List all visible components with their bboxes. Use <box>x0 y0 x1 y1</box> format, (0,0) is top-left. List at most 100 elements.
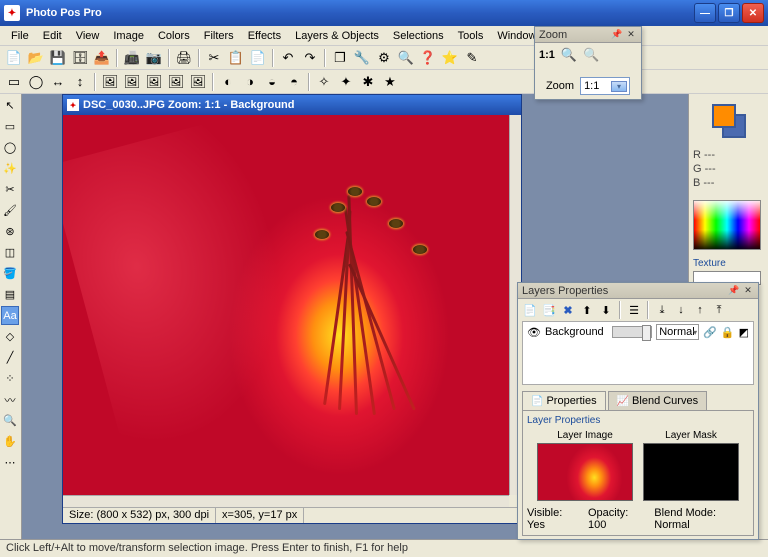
menu-colors[interactable]: Colors <box>151 28 197 44</box>
fx2-icon[interactable]: ✦ <box>336 72 356 92</box>
undo-icon[interactable]: ↶ <box>278 48 298 68</box>
scrollbar-horizontal[interactable] <box>63 495 509 507</box>
marquee-tool-icon[interactable]: ▭ <box>1 117 19 136</box>
flip-h-icon[interactable]: ↔ <box>48 72 68 92</box>
document-titlebar[interactable]: ✦ DSC_0030..JPG Zoom: 1:1 - Background <box>63 95 521 115</box>
star-icon[interactable]: ★ <box>380 72 400 92</box>
open-icon[interactable]: 📂 <box>26 48 46 68</box>
print-icon[interactable]: 🖨 <box>174 48 194 68</box>
canvas[interactable] <box>63 115 509 495</box>
save-icon[interactable]: 💾 <box>48 48 68 68</box>
move-up-icon[interactable]: ↓ <box>673 302 689 318</box>
move-down-icon[interactable]: ↑ <box>692 302 708 318</box>
new-layer-icon[interactable]: 📄 <box>522 302 538 318</box>
menu-layers[interactable]: Layers & Objects <box>288 28 386 44</box>
menu-edit[interactable]: Edit <box>36 28 69 44</box>
zoom-select[interactable]: 1:1 <box>580 77 630 95</box>
fill-tool-icon[interactable]: 🪣 <box>1 264 19 283</box>
thumb4-icon[interactable]: 🖼 <box>166 72 186 92</box>
picker-tool-icon[interactable]: ⁘ <box>1 369 19 388</box>
adjust4-icon[interactable]: ◓ <box>284 72 304 92</box>
visibility-icon[interactable]: 👁 <box>527 326 541 339</box>
menu-file[interactable]: File <box>4 28 36 44</box>
new-icon[interactable]: 📄 <box>4 48 24 68</box>
thumb5-icon[interactable]: 🖼 <box>188 72 208 92</box>
layer-mask-thumb[interactable] <box>643 443 739 501</box>
menu-filters[interactable]: Filters <box>197 28 241 44</box>
thumb1-icon[interactable]: 🖼 <box>100 72 120 92</box>
paste-icon[interactable]: 📄 <box>248 48 268 68</box>
zoom-panel-header[interactable]: Zoom 📌 ✕ <box>535 27 641 43</box>
copy-icon[interactable]: 📋 <box>226 48 246 68</box>
foreground-color-icon[interactable] <box>712 104 736 128</box>
mask-icon[interactable]: ◩ <box>739 326 749 339</box>
layers-icon[interactable]: ❐ <box>330 48 350 68</box>
menu-view[interactable]: View <box>69 28 107 44</box>
panel-close-icon[interactable]: ✕ <box>742 285 754 297</box>
adjust2-icon[interactable]: ◑ <box>240 72 260 92</box>
fx3-icon[interactable]: ✱ <box>358 72 378 92</box>
favorite-icon[interactable]: ⭐ <box>440 48 460 68</box>
lasso-tool-icon[interactable]: ◯ <box>1 138 19 157</box>
line-tool-icon[interactable]: ╱ <box>1 348 19 367</box>
sel-rect-icon[interactable]: ▭ <box>4 72 24 92</box>
saveall-icon[interactable]: 🗄 <box>70 48 90 68</box>
cut-icon[interactable]: ✂ <box>204 48 224 68</box>
close-button[interactable]: ✕ <box>742 3 764 23</box>
scan-icon[interactable]: 📠 <box>122 48 142 68</box>
menu-selections[interactable]: Selections <box>386 28 451 44</box>
zoom-tool-icon[interactable]: 🔍 <box>1 411 19 430</box>
move-top-icon[interactable]: ⤓ <box>654 302 670 318</box>
adjust3-icon[interactable]: ◒ <box>262 72 282 92</box>
duplicate-layer-icon[interactable]: 📑 <box>541 302 557 318</box>
pointer-tool-icon[interactable]: ↖ <box>1 96 19 115</box>
minimize-button[interactable]: — <box>694 3 716 23</box>
smudge-tool-icon[interactable]: 〰 <box>1 390 19 409</box>
tab-blend-curves[interactable]: 📈 Blend Curves <box>608 391 708 410</box>
thumb2-icon[interactable]: 🖼 <box>122 72 142 92</box>
move-bottom-icon[interactable]: ⤒ <box>711 302 727 318</box>
lock-icon[interactable]: 🔒 <box>721 326 735 339</box>
color-swatch[interactable] <box>712 104 746 138</box>
layer-image-thumb[interactable] <box>537 443 633 501</box>
tool-a-icon[interactable]: 🔧 <box>352 48 372 68</box>
menu-effects[interactable]: Effects <box>241 28 288 44</box>
crop-tool-icon[interactable]: ✂ <box>1 180 19 199</box>
help-icon[interactable]: ❓ <box>418 48 438 68</box>
misc-tool-icon[interactable]: ⋯ <box>1 453 19 472</box>
brush-tool-icon[interactable]: 🖌 <box>1 201 19 220</box>
adjust1-icon[interactable]: ◐ <box>218 72 238 92</box>
export-icon[interactable]: 📤 <box>92 48 112 68</box>
menu-image[interactable]: Image <box>106 28 151 44</box>
gradient-tool-icon[interactable]: ▤ <box>1 285 19 304</box>
sel-ellipse-icon[interactable]: ◯ <box>26 72 46 92</box>
opacity-slider[interactable] <box>612 326 653 338</box>
layer-up-icon[interactable]: ⬆ <box>579 302 595 318</box>
eraser-tool-icon[interactable]: ◫ <box>1 243 19 262</box>
panel-close-icon[interactable]: ✕ <box>625 29 637 41</box>
delete-layer-icon[interactable]: ✖ <box>560 302 576 318</box>
pin-icon[interactable]: 📌 <box>611 29 623 41</box>
layer-down-icon[interactable]: ⬇ <box>598 302 614 318</box>
maximize-button[interactable]: ❐ <box>718 3 740 23</box>
layer-row[interactable]: 👁 Background Normal 🔗 🔒 ◩ <box>523 322 753 342</box>
tab-properties[interactable]: 📄 Properties <box>522 391 606 410</box>
thumb3-icon[interactable]: 🖼 <box>144 72 164 92</box>
shape-tool-icon[interactable]: ◇ <box>1 327 19 346</box>
camera-icon[interactable]: 📷 <box>144 48 164 68</box>
pin-icon[interactable]: 📌 <box>728 285 740 297</box>
text-tool-icon[interactable]: Aa <box>1 306 19 325</box>
search-icon[interactable]: 🔍 <box>396 48 416 68</box>
redo-icon[interactable]: ↷ <box>300 48 320 68</box>
flip-v-icon[interactable]: ↕ <box>70 72 90 92</box>
clone-tool-icon[interactable]: ⊛ <box>1 222 19 241</box>
tool-b-icon[interactable]: ⚙ <box>374 48 394 68</box>
zoom-in-icon[interactable]: 🔍 <box>561 47 577 63</box>
wand-tool-icon[interactable]: ✨ <box>1 159 19 178</box>
merge-icon[interactable]: ☰ <box>626 302 642 318</box>
layers-panel-header[interactable]: Layers Properties 📌 ✕ <box>518 283 758 299</box>
fx1-icon[interactable]: ✧ <box>314 72 334 92</box>
blend-mode-select[interactable]: Normal <box>656 324 699 340</box>
zoom-out-icon[interactable]: 🔍 <box>583 47 599 63</box>
menu-tools[interactable]: Tools <box>451 28 491 44</box>
